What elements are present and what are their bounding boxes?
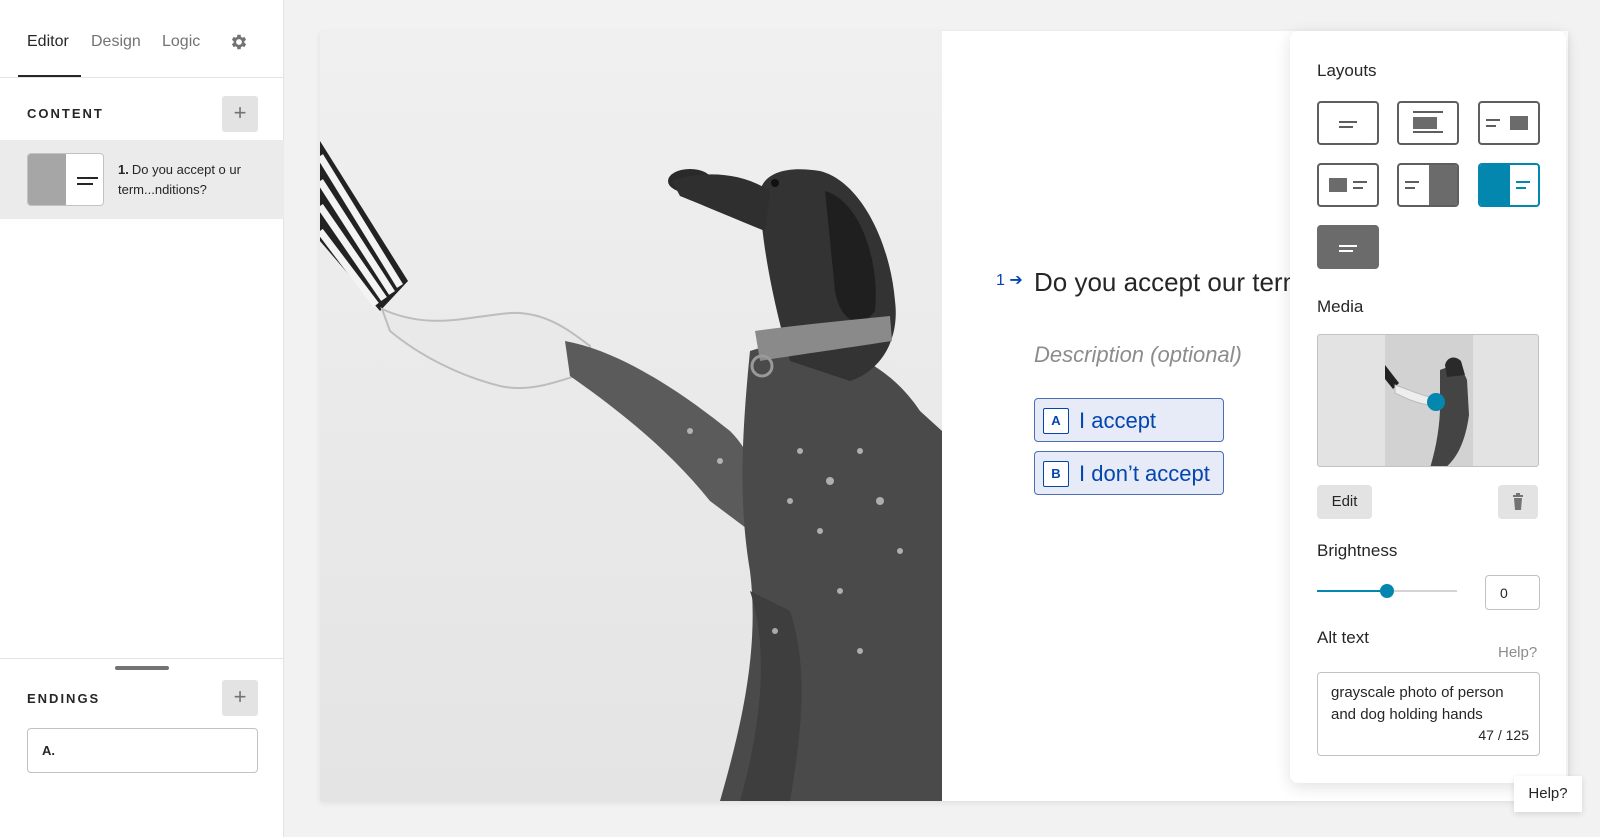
- ending-list-item[interactable]: A.: [27, 728, 258, 773]
- layouts-label: Layouts: [1317, 61, 1377, 80]
- layout-option-text-only[interactable]: [1317, 101, 1379, 145]
- arrow-right-icon: ➔: [1009, 272, 1023, 289]
- tab-bar: Editor Design Logic: [0, 0, 284, 78]
- content-section-title: CONTENT: [27, 106, 104, 121]
- choice-a-key: A: [1043, 408, 1069, 434]
- add-ending-button[interactable]: +: [222, 680, 258, 716]
- choice-a[interactable]: A I accept: [1034, 398, 1224, 442]
- layout-option-media-left-small[interactable]: [1317, 163, 1379, 207]
- brightness-slider[interactable]: [1317, 584, 1457, 598]
- active-tab-indicator: [18, 75, 81, 77]
- alt-text-character-count: 47 / 125: [1478, 727, 1529, 743]
- question-description[interactable]: Description (optional): [1034, 342, 1242, 368]
- focal-point-handle[interactable]: [1427, 393, 1445, 411]
- question-list-item-label: Do you accept o ur term...nditions?: [118, 162, 241, 197]
- question-number: 1: [996, 272, 1005, 289]
- choice-b-label: I don’t accept: [1079, 461, 1210, 486]
- layout-option-media-background[interactable]: [1317, 225, 1379, 269]
- edit-media-button[interactable]: Edit: [1317, 485, 1372, 519]
- question-layout-thumbnail: [27, 153, 104, 206]
- add-content-button[interactable]: +: [222, 96, 258, 132]
- alt-text-label: Alt text: [1317, 628, 1369, 647]
- delete-media-button[interactable]: [1498, 485, 1538, 519]
- question-media-photo[interactable]: [320, 31, 942, 801]
- brightness-slider-knob[interactable]: [1380, 584, 1394, 598]
- dog-photo-illustration: [320, 141, 942, 801]
- floating-help-button[interactable]: Help?: [1514, 776, 1582, 812]
- question-index: 1 ➔: [996, 270, 1023, 290]
- tab-editor[interactable]: Editor: [27, 33, 69, 51]
- layout-option-media-top[interactable]: [1397, 101, 1459, 145]
- tab-design[interactable]: Design: [91, 33, 141, 51]
- layout-option-split-media-right[interactable]: [1397, 163, 1459, 207]
- question-list-item-number: 1.: [118, 162, 129, 177]
- sidebar: Editor Design Logic CONTENT + 1. Do you a…: [0, 0, 284, 837]
- layout-option-media-right-small[interactable]: [1478, 101, 1540, 145]
- layout-settings-panel: Layouts Media Edit Brightness 0 Alt text…: [1290, 31, 1566, 783]
- brightness-label: Brightness: [1317, 541, 1398, 560]
- alt-text-help-link[interactable]: Help?: [1498, 644, 1537, 661]
- layout-option-split-media-left-selected[interactable]: [1478, 163, 1540, 207]
- settings-gear-icon[interactable]: [229, 32, 249, 52]
- alt-text-value: grayscale photo of person and dog holdin…: [1331, 684, 1504, 723]
- choice-a-label: I accept: [1079, 408, 1157, 433]
- resize-drag-handle[interactable]: [115, 666, 169, 670]
- question-list-item-text: 1. Do you accept o ur term...nditions?: [118, 160, 242, 200]
- tab-logic[interactable]: Logic: [162, 33, 200, 51]
- question-list-item[interactable]: 1. Do you accept o ur term...nditions?: [0, 140, 284, 219]
- choice-b-key: B: [1043, 461, 1069, 487]
- trash-icon: [1513, 493, 1523, 510]
- media-preview[interactable]: [1317, 334, 1539, 467]
- alt-text-textarea[interactable]: grayscale photo of person and dog holdin…: [1317, 672, 1540, 756]
- brightness-slider-fill: [1317, 590, 1387, 592]
- endings-section-title: ENDINGS: [27, 691, 101, 706]
- endings-divider: [0, 658, 284, 659]
- choice-b[interactable]: B I don’t accept: [1034, 451, 1224, 495]
- media-label: Media: [1317, 297, 1364, 316]
- brightness-value-input[interactable]: 0: [1485, 575, 1540, 610]
